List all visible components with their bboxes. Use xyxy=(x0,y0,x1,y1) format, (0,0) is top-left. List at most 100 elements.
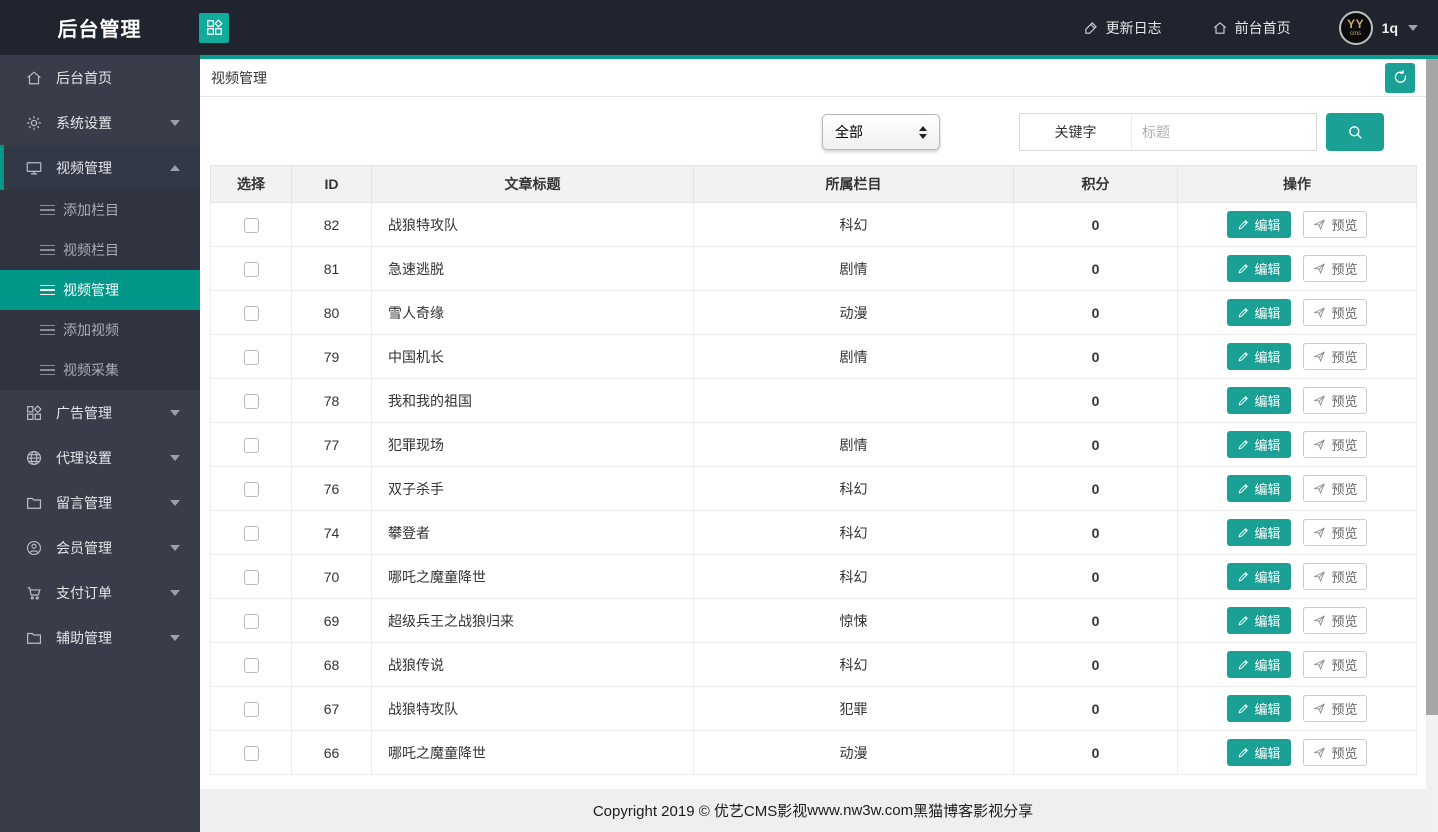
preview-button[interactable]: 预览 xyxy=(1303,519,1368,546)
sidebar-item-payment-orders[interactable]: 支付订单 xyxy=(0,570,200,615)
vertical-scrollbar[interactable] xyxy=(1426,55,1438,832)
pencil-icon xyxy=(1237,438,1250,451)
scrollbar-thumb[interactable] xyxy=(1426,59,1438,715)
col-score: 积分 xyxy=(1013,165,1178,203)
row-category: 动漫 xyxy=(693,730,1014,775)
row-checkbox[interactable] xyxy=(243,613,259,629)
folder-icon xyxy=(24,493,43,512)
pen-icon xyxy=(1083,20,1099,36)
user-avatar[interactable]: YY cms xyxy=(1338,10,1373,45)
edit-button[interactable]: 编辑 xyxy=(1226,739,1291,766)
edit-button[interactable]: 编辑 xyxy=(1226,211,1291,238)
send-icon xyxy=(1313,526,1326,539)
edit-button[interactable]: 编辑 xyxy=(1226,695,1291,722)
edit-button[interactable]: 编辑 xyxy=(1226,343,1291,370)
send-icon xyxy=(1313,438,1326,451)
edit-button[interactable]: 编辑 xyxy=(1226,387,1291,414)
row-title: 雪人奇缘 xyxy=(371,290,694,335)
username[interactable]: 1q xyxy=(1382,20,1398,36)
chevron-down-icon xyxy=(170,544,180,551)
row-checkbox[interactable] xyxy=(243,569,259,585)
preview-button[interactable]: 预览 xyxy=(1303,607,1368,634)
row-score: 0 xyxy=(1013,202,1178,247)
sidebar-subitem-video-categories[interactable]: 视频栏目 xyxy=(0,230,200,270)
row-score: 0 xyxy=(1013,246,1178,291)
row-id: 74 xyxy=(291,510,372,555)
row-checkbox[interactable] xyxy=(243,481,259,497)
globe-icon xyxy=(24,448,43,467)
row-id: 77 xyxy=(291,422,372,467)
pencil-icon xyxy=(1237,658,1250,671)
user-caret-down-icon[interactable] xyxy=(1408,24,1418,31)
preview-button[interactable]: 预览 xyxy=(1303,211,1368,238)
row-checkbox[interactable] xyxy=(243,305,259,321)
sidebar-item-ad-management[interactable]: 广告管理 xyxy=(0,390,200,435)
refresh-button[interactable] xyxy=(1385,62,1415,93)
edit-button[interactable]: 编辑 xyxy=(1226,651,1291,678)
preview-button[interactable]: 预览 xyxy=(1303,651,1368,678)
row-checkbox[interactable] xyxy=(243,349,259,365)
changelog-link[interactable]: 更新日志 xyxy=(1083,18,1162,38)
edit-button[interactable]: 编辑 xyxy=(1226,563,1291,590)
row-id: 68 xyxy=(291,642,372,687)
sidebar-item-auxiliary-management[interactable]: 辅助管理 xyxy=(0,615,200,660)
preview-button[interactable]: 预览 xyxy=(1303,563,1368,590)
row-id: 69 xyxy=(291,598,372,643)
preview-button[interactable]: 预览 xyxy=(1303,431,1368,458)
sidebar-item-message-management[interactable]: 留言管理 xyxy=(0,480,200,525)
keyword-input[interactable] xyxy=(1131,113,1317,151)
sidebar-subitem-video-management-active[interactable]: 视频管理 xyxy=(0,270,200,310)
sidebar-subitem-video-collection[interactable]: 视频采集 xyxy=(0,350,200,390)
edit-button[interactable]: 编辑 xyxy=(1226,607,1291,634)
row-score: 0 xyxy=(1013,686,1178,731)
pencil-icon xyxy=(1237,570,1250,583)
row-id: 66 xyxy=(291,730,372,775)
row-checkbox[interactable] xyxy=(243,437,259,453)
preview-button[interactable]: 预览 xyxy=(1303,695,1368,722)
row-id: 80 xyxy=(291,290,372,335)
preview-button[interactable]: 预览 xyxy=(1303,475,1368,502)
sidebar-item-agent-settings[interactable]: 代理设置 xyxy=(0,435,200,480)
video-submenu: 添加栏目 视频栏目 视频管理 添加视频 视频采集 xyxy=(0,190,200,390)
preview-button[interactable]: 预览 xyxy=(1303,299,1368,326)
sidebar-item-video-management[interactable]: 视频管理 xyxy=(0,145,200,190)
videos-table: 选择 ID 文章标题 所属栏目 积分 操作 82 战狼特攻队 科幻 0 编辑 预… xyxy=(210,165,1417,775)
pencil-icon xyxy=(1237,306,1250,319)
sidebar-subitem-add-category[interactable]: 添加栏目 xyxy=(0,190,200,230)
apps-menu-button[interactable] xyxy=(199,12,229,43)
preview-button[interactable]: 预览 xyxy=(1303,255,1368,282)
table-row: 81 急速逃脱 剧情 0 编辑 预览 xyxy=(210,246,1417,291)
row-checkbox[interactable] xyxy=(243,525,259,541)
refresh-icon xyxy=(1392,69,1409,86)
preview-button[interactable]: 预览 xyxy=(1303,739,1368,766)
row-checkbox[interactable] xyxy=(243,701,259,717)
edit-button[interactable]: 编辑 xyxy=(1226,255,1291,282)
frontend-home-link[interactable]: 前台首页 xyxy=(1212,18,1291,38)
sidebar-subitem-add-video[interactable]: 添加视频 xyxy=(0,310,200,350)
row-checkbox[interactable] xyxy=(243,261,259,277)
sidebar-item-dashboard[interactable]: 后台首页 xyxy=(0,55,200,100)
row-checkbox[interactable] xyxy=(243,393,259,409)
edit-button[interactable]: 编辑 xyxy=(1226,431,1291,458)
preview-button[interactable]: 预览 xyxy=(1303,387,1368,414)
sidebar-item-system-settings[interactable]: 系统设置 xyxy=(0,100,200,145)
footer-link[interactable]: www.nw3w.com xyxy=(807,802,913,819)
row-score: 0 xyxy=(1013,510,1178,555)
pencil-icon xyxy=(1237,218,1250,231)
category-select[interactable]: 全部 xyxy=(822,114,940,150)
edit-button[interactable]: 编辑 xyxy=(1226,475,1291,502)
edit-button[interactable]: 编辑 xyxy=(1226,299,1291,326)
preview-button[interactable]: 预览 xyxy=(1303,343,1368,370)
sidebar-item-member-management[interactable]: 会员管理 xyxy=(0,525,200,570)
row-category: 科幻 xyxy=(693,554,1014,599)
row-checkbox[interactable] xyxy=(243,217,259,233)
main-content: 视频管理 全部 关键字 标题 选择 ID 文章标题 所属栏目 积分 操作 82 … xyxy=(200,59,1426,832)
row-title: 急速逃脱 xyxy=(371,246,694,291)
row-title: 战狼特攻队 xyxy=(371,202,694,247)
chevron-down-icon xyxy=(170,454,180,461)
row-id: 70 xyxy=(291,554,372,599)
row-checkbox[interactable] xyxy=(243,745,259,761)
edit-button[interactable]: 编辑 xyxy=(1226,519,1291,546)
search-button[interactable] xyxy=(1326,113,1384,151)
row-checkbox[interactable] xyxy=(243,657,259,673)
